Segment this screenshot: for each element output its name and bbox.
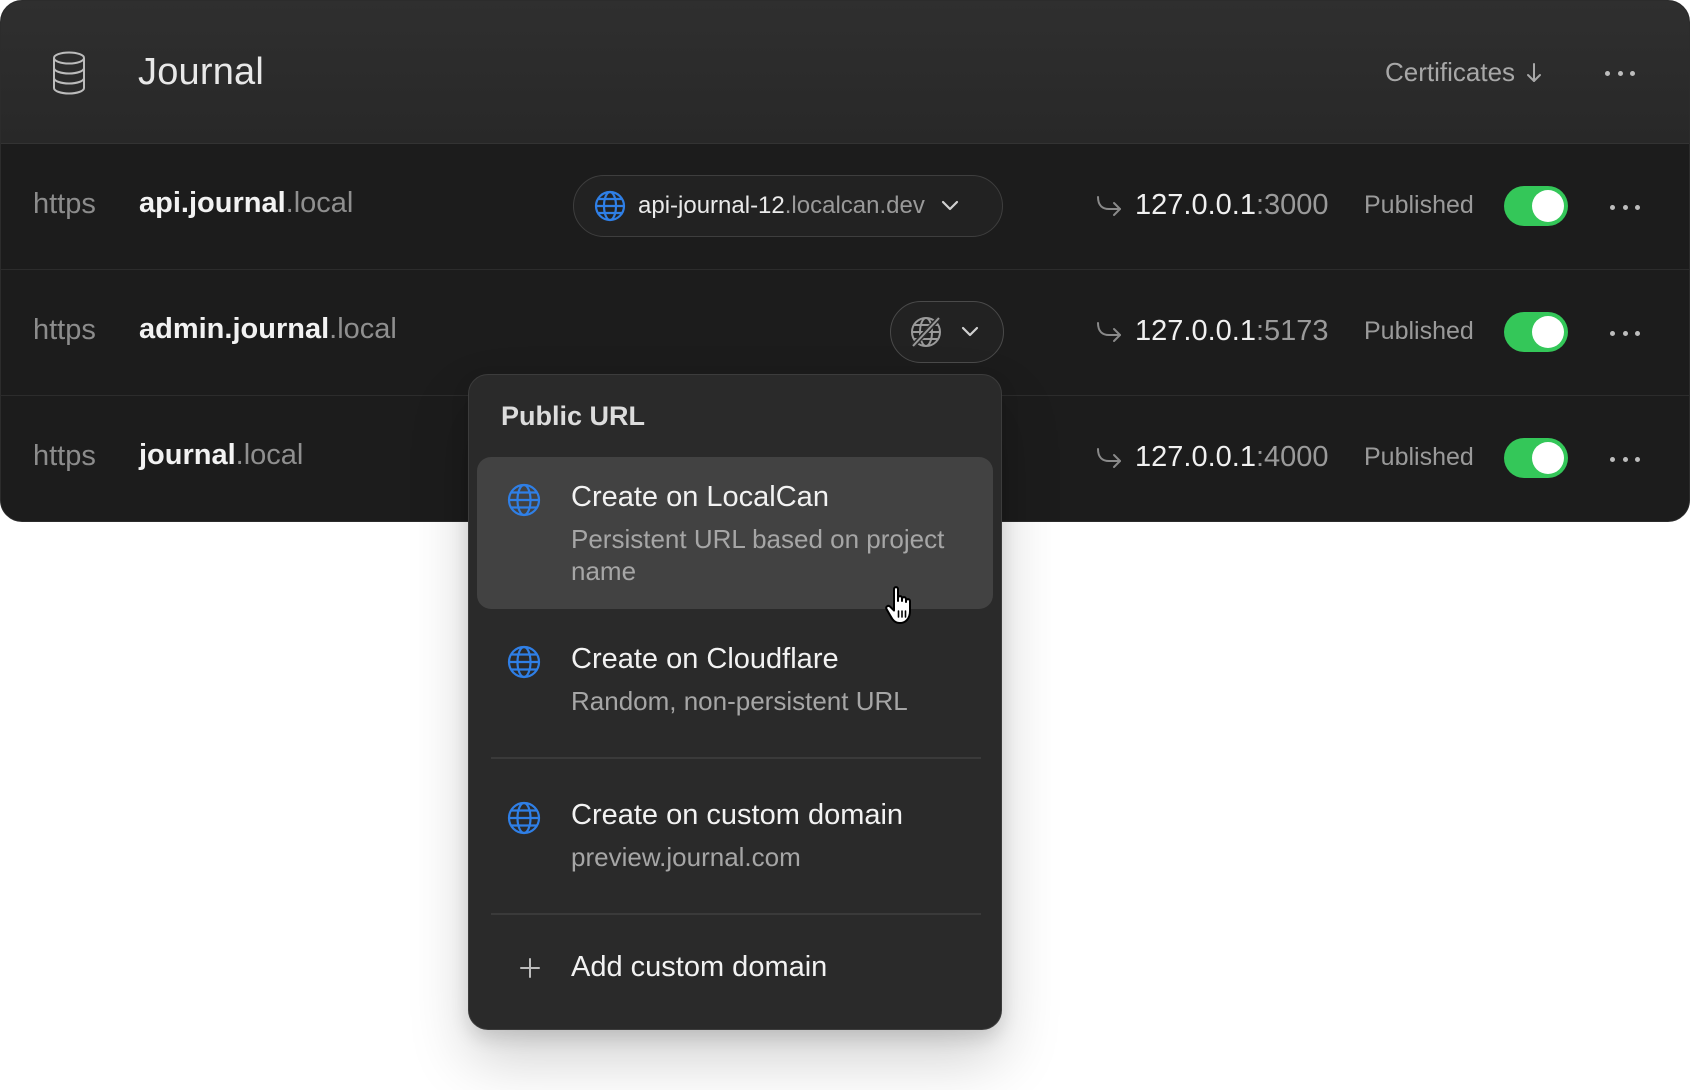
status-label: Published xyxy=(1364,443,1474,471)
menu-item-label: Create on custom domain xyxy=(571,799,904,831)
local-host[interactable]: api.journal.local xyxy=(139,187,353,220)
domain-row: https api.journal.local api-journal-12.l… xyxy=(1,144,1689,270)
host-subdomain: admin.journal xyxy=(139,313,330,345)
no-public-url-icon xyxy=(911,316,941,348)
target-port: :4000 xyxy=(1255,441,1329,473)
add-custom-domain-button[interactable]: Add custom domain xyxy=(477,923,993,1019)
toggle-knob xyxy=(1532,442,1564,474)
menu-divider xyxy=(491,913,981,915)
public-url-pill[interactable]: api-journal-12.localcan.dev xyxy=(573,175,1003,237)
public-url-domain: .localcan.dev xyxy=(784,192,925,219)
host-tld: .local xyxy=(235,439,304,471)
target-port: :5173 xyxy=(1255,315,1329,347)
globe-icon xyxy=(507,645,541,679)
forward-target: 127.0.0.1:4000 xyxy=(1095,441,1329,474)
public-url-text: api-journal-12.localcan.dev xyxy=(638,192,925,220)
toggle-knob xyxy=(1532,316,1564,348)
menu-item-label: Create on Cloudflare xyxy=(571,643,839,675)
menu-item-description: Persistent URL based on project name xyxy=(571,524,945,586)
chevron-down-icon xyxy=(941,200,958,211)
forward-target: 127.0.0.1:5173 xyxy=(1095,315,1329,348)
row-more-icon[interactable] xyxy=(1610,203,1640,211)
arrow-down-icon xyxy=(1527,62,1542,82)
target-ip: 127.0.0.1 xyxy=(1135,441,1256,473)
publish-toggle[interactable] xyxy=(1504,438,1568,478)
toggle-knob xyxy=(1532,190,1564,222)
chevron-down-icon xyxy=(961,326,979,337)
globe-icon xyxy=(507,801,541,835)
status-label: Published xyxy=(1364,317,1474,345)
certificates-label: Certificates xyxy=(1385,57,1516,87)
project-more-icon[interactable] xyxy=(1605,69,1635,77)
menu-item-create-custom-domain[interactable]: Create on custom domain preview.journal.… xyxy=(477,775,993,907)
row-more-icon[interactable] xyxy=(1610,329,1640,337)
target-ip: 127.0.0.1 xyxy=(1135,189,1256,221)
protocol-label: https xyxy=(33,440,96,472)
menu-item-label: Create on LocalCan xyxy=(571,481,829,513)
menu-item-create-cloudflare[interactable]: Create on Cloudflare Random, non-persist… xyxy=(477,619,993,751)
local-host[interactable]: admin.journal.local xyxy=(139,313,397,346)
globe-icon xyxy=(507,483,541,517)
host-tld: .local xyxy=(285,187,354,219)
local-host[interactable]: journal.local xyxy=(139,439,303,472)
public-url-host: api-journal-12 xyxy=(638,192,785,219)
forward-arrow-icon xyxy=(1097,321,1121,342)
publish-toggle[interactable] xyxy=(1504,312,1568,352)
project-header: Journal Certificates xyxy=(1,1,1689,144)
host-subdomain: api.journal xyxy=(139,187,286,219)
forward-target: 127.0.0.1:3000 xyxy=(1095,189,1329,222)
publish-toggle[interactable] xyxy=(1504,186,1568,226)
host-subdomain: journal xyxy=(139,439,236,471)
certificates-button[interactable]: Certificates xyxy=(1385,57,1543,88)
forward-arrow-icon xyxy=(1097,447,1121,468)
public-url-pill[interactable] xyxy=(890,301,1004,363)
menu-item-description: Random, non-persistent URL xyxy=(571,686,908,716)
row-more-icon[interactable] xyxy=(1610,455,1640,463)
protocol-label: https xyxy=(33,188,96,220)
app-stage: Journal Certificates https api.journal.l… xyxy=(0,0,1690,1090)
plus-icon xyxy=(520,958,540,978)
dropdown-title: Public URL xyxy=(501,401,646,431)
target-port: :3000 xyxy=(1255,189,1329,221)
add-custom-domain-label: Add custom domain xyxy=(571,951,828,983)
host-tld: .local xyxy=(329,313,397,345)
menu-item-description: preview.journal.com xyxy=(571,842,801,872)
globe-icon xyxy=(594,190,626,222)
target-ip: 127.0.0.1 xyxy=(1135,315,1256,347)
status-label: Published xyxy=(1364,191,1474,219)
public-url-dropdown: Public URL Create on LocalCan Persistent… xyxy=(468,374,1002,1030)
project-title: Journal xyxy=(138,51,265,93)
hand-cursor-icon xyxy=(885,586,911,624)
forward-arrow-icon xyxy=(1097,195,1121,216)
database-icon xyxy=(53,51,85,95)
protocol-label: https xyxy=(33,314,96,346)
menu-divider xyxy=(491,757,981,759)
